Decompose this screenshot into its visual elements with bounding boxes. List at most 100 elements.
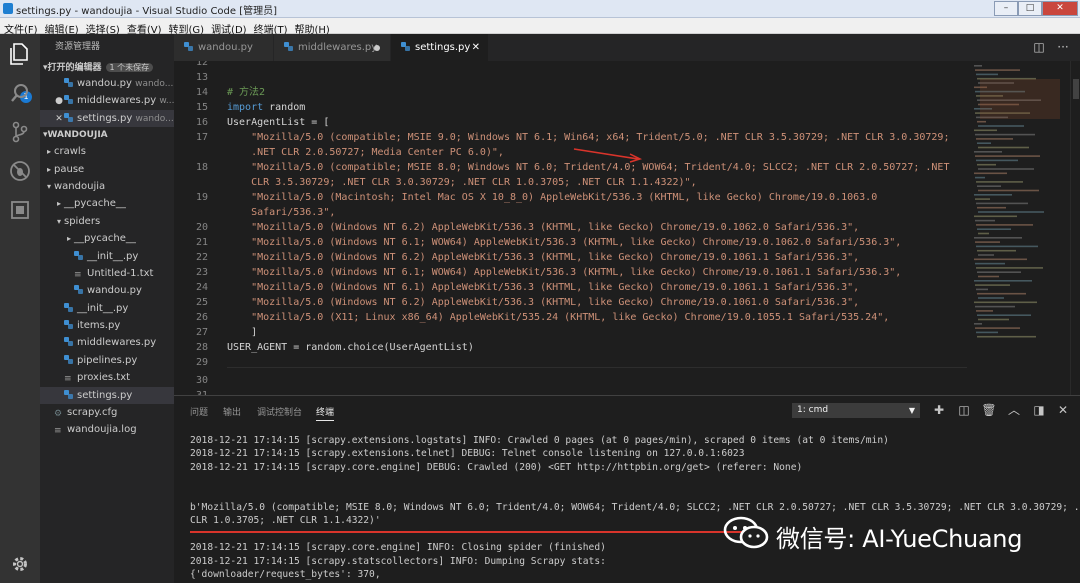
file-tree-label: Untitled-1.txt: [87, 267, 154, 279]
unsaved-dot-icon[interactable]: ●: [54, 93, 64, 109]
file-tree-label: pipelines.py: [77, 354, 138, 366]
file-tree-item[interactable]: settings.py: [40, 386, 174, 405]
line-number: 20: [195, 222, 208, 233]
terminal-line: 2018-12-21 17:14:15 [scrapy.core.engine]…: [190, 542, 606, 554]
close-window-button[interactable]: ✕: [1042, 1, 1078, 16]
line-number: 28: [195, 342, 208, 353]
open-editor-name: middlewares.py: [77, 95, 157, 107]
file-tree-label: wandoujia.log: [67, 424, 137, 436]
file-tree-item[interactable]: ▾ spiders: [40, 213, 174, 230]
terminal-line: 2018-12-21 17:14:15 [scrapy.extensions.t…: [190, 448, 745, 460]
split-icon[interactable]: ◫: [956, 402, 972, 418]
python-file-icon: [64, 302, 73, 312]
file-tree-item[interactable]: middlewares.py: [40, 334, 174, 351]
text-file-icon: ≡: [64, 374, 72, 385]
tab-wandou[interactable]: wandou.py: [174, 34, 274, 61]
file-tree-item[interactable]: ≡ Untitled-1.txt: [40, 265, 174, 282]
file-tree-label: __pycache__: [74, 233, 136, 245]
line-number: 12: [195, 61, 208, 68]
file-tree-label: crawls: [54, 146, 86, 158]
file-tree-item[interactable]: items.py: [40, 317, 174, 334]
line-number: 26: [195, 312, 208, 323]
title-bar: settings.py - wandoujia - Visual Studio …: [0, 0, 1080, 18]
split-editor-icon[interactable]: ◫: [1031, 39, 1047, 55]
line-number: 21: [195, 237, 208, 248]
search-icon[interactable]: [0, 79, 40, 107]
activity-bar: 1: [0, 34, 40, 583]
file-tree-item[interactable]: ▸ __pycache__: [40, 230, 174, 247]
code-line: "Mozilla/5.0 (Windows NT 6.1; WOW64) App…: [227, 267, 902, 278]
file-tree-item[interactable]: wandou.py: [40, 282, 174, 299]
close-icon[interactable]: ✕: [54, 111, 64, 127]
tab-output[interactable]: 输出: [223, 405, 241, 418]
file-tree-item[interactable]: ▾ wandoujia: [40, 178, 174, 195]
maximize-icon[interactable]: ◨: [1031, 402, 1047, 418]
file-tree-label: pause: [54, 163, 85, 175]
chevron-right-icon: ▸: [66, 234, 71, 244]
minimap[interactable]: [970, 61, 1070, 395]
plus-icon[interactable]: ✚: [931, 402, 947, 418]
editor-scrollbar[interactable]: [1070, 61, 1080, 395]
file-tree-label: spiders: [64, 215, 101, 227]
python-file-icon: [74, 285, 83, 295]
open-editor-path: wando...: [135, 79, 174, 89]
project-section[interactable]: ▾WANDOUJIA: [40, 128, 174, 143]
open-editors-list: wandou.py wando... ● middlewares.py w... ✕ s…: [40, 75, 174, 128]
tab-settings[interactable]: settings.py ✕: [391, 34, 489, 61]
chevron-right-icon: ▸: [46, 147, 51, 157]
code-line: "Mozilla/5.0 (Windows NT 6.1) AppleWebKi…: [227, 282, 860, 293]
open-editor-name: settings.py: [77, 112, 133, 124]
file-tree-item[interactable]: ≡ wandoujia.log: [40, 421, 174, 438]
scroll-thumb[interactable]: [1073, 79, 1079, 99]
close-icon[interactable]: ✕: [472, 34, 480, 61]
open-editor-item[interactable]: wandou.py wando...: [40, 75, 174, 92]
code-line: # 方法2: [227, 87, 266, 98]
file-tree-item[interactable]: ⚙ scrapy.cfg: [40, 404, 174, 421]
file-tree-label: items.py: [77, 320, 121, 332]
file-tree-label: wandou.py: [87, 285, 142, 297]
code-editor[interactable]: 12 13 14 # 方法2 15 import random 16 UserAgentLis…: [174, 61, 970, 395]
extensions-icon[interactable]: [0, 196, 40, 224]
line-number: 17: [195, 132, 208, 143]
chevron-up-icon[interactable]: ︿: [1006, 402, 1022, 418]
close-icon[interactable]: ✕: [1055, 402, 1071, 418]
minimize-button[interactable]: –: [994, 1, 1018, 16]
gear-icon[interactable]: [0, 550, 40, 578]
code-line: CLR 3.5.30729; .NET CLR 3.0.30729; .NET …: [227, 177, 697, 188]
code-line: "Mozilla/5.0 (X11; Linux x86_64) AppleWe…: [227, 312, 890, 323]
trash-icon[interactable]: 🗑: [981, 402, 997, 418]
unsaved-dot-icon[interactable]: [374, 45, 380, 51]
maximize-button[interactable]: □: [1018, 1, 1042, 16]
python-file-icon: [64, 95, 73, 105]
terminal-line: 2018-12-21 17:14:15 [scrapy.extensions.l…: [190, 435, 889, 446]
line-number: 23: [195, 267, 208, 278]
file-tree-item[interactable]: ▸ crawls: [40, 143, 174, 160]
tab-problems[interactable]: 问题: [190, 405, 208, 418]
tab-label: settings.py: [415, 42, 471, 53]
line-number: 29: [195, 357, 208, 368]
file-tree-item[interactable]: __init__.py: [40, 248, 174, 265]
open-editor-item[interactable]: ✕ settings.py wando...: [40, 109, 174, 128]
file-tree-item[interactable]: ▸ pause: [40, 161, 174, 178]
file-tree-item[interactable]: pipelines.py: [40, 352, 174, 369]
files-icon[interactable]: [0, 40, 40, 68]
file-tree-item[interactable]: ▸ __pycache__: [40, 195, 174, 212]
more-actions-icon[interactable]: ···: [1055, 39, 1071, 55]
terminal-select[interactable]: 1: cmd ▼: [792, 403, 920, 418]
terminal-line: 2018-12-21 17:14:15 [scrapy.core.engine]…: [190, 461, 803, 473]
tab-terminal[interactable]: 终端: [316, 405, 335, 421]
window-title: settings.py - wandoujia - Visual Studio …: [16, 6, 278, 17]
tab-debug-console[interactable]: 调试控制台: [257, 405, 302, 418]
debug-icon[interactable]: [0, 157, 40, 185]
open-editors-section[interactable]: ▾打开的编辑器 1 个未保存: [40, 60, 174, 75]
tab-middlewares[interactable]: middlewares.py: [274, 34, 391, 61]
file-tree-item[interactable]: ≡ proxies.txt: [40, 369, 174, 386]
python-file-icon: [401, 35, 410, 51]
file-tree-label: proxies.txt: [77, 372, 131, 384]
file-tree-label: __init__.py: [87, 250, 139, 262]
wechat-watermark: 微信号: AI-YueChuang: [723, 516, 1063, 553]
open-editor-item[interactable]: ● middlewares.py w...: [40, 92, 174, 109]
python-file-icon: [64, 354, 73, 364]
source-control-icon[interactable]: [0, 118, 40, 146]
file-tree-item[interactable]: __init__.py: [40, 300, 174, 317]
